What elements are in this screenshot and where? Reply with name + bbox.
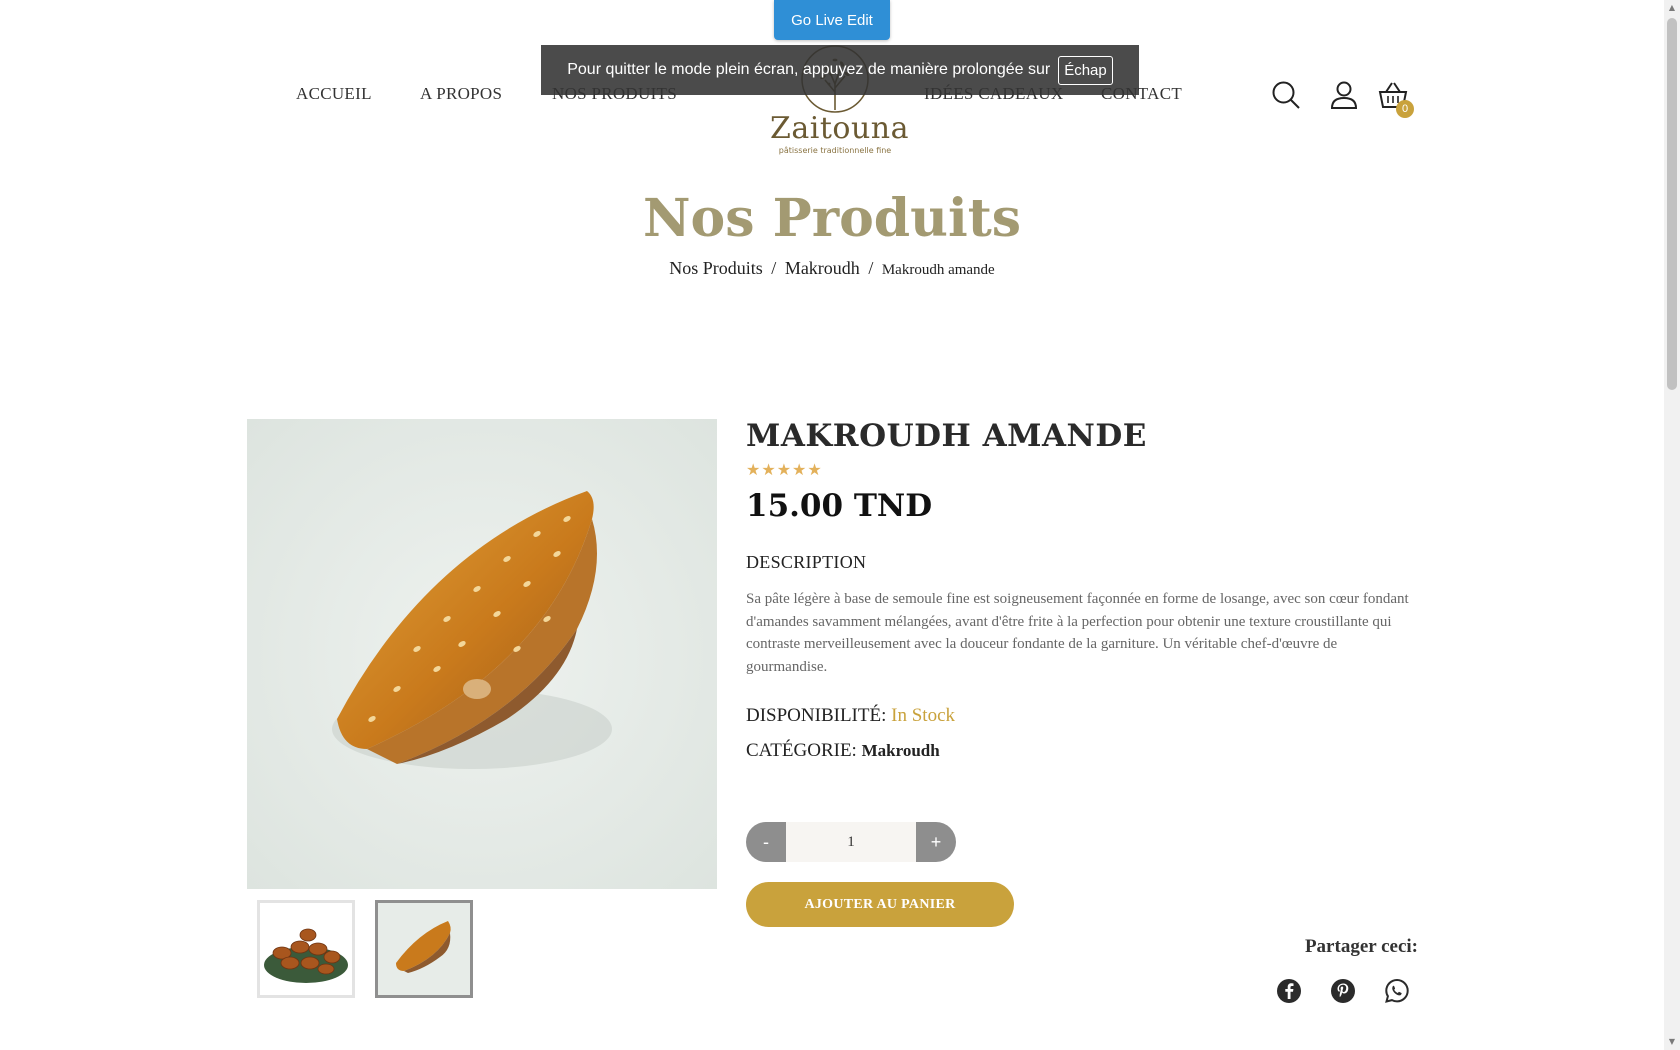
breadcrumb-separator: / [868, 258, 874, 278]
page-title: Nos Produits [643, 188, 1021, 249]
fullscreen-notice-text: Pour quitter le mode plein écran, appuye… [567, 61, 1051, 78]
quantity-input[interactable]: 1 [786, 822, 916, 862]
category-row: CATÉGORIE: Makroudh [746, 740, 940, 762]
quantity-decrease-button[interactable]: - [746, 822, 786, 862]
cart-count-badge: 0 [1396, 100, 1414, 118]
product-price: 15.00 TND [746, 488, 933, 524]
pinterest-icon[interactable] [1330, 978, 1356, 1004]
nav-accueil[interactable]: ACCUEIL [296, 84, 372, 104]
category-link[interactable]: Makroudh [862, 741, 940, 760]
breadcrumb-makroudh[interactable]: Makroudh [785, 258, 860, 278]
availability-row: DISPONIBILITÉ: In Stock [746, 705, 955, 727]
quantity-increase-button[interactable]: + [916, 822, 956, 862]
rating-stars: ★★★★★ [746, 462, 823, 479]
add-to-cart-button[interactable]: AJOUTER AU PANIER [746, 882, 1014, 927]
product-thumbnail-active[interactable] [375, 900, 473, 998]
escape-key-hint: Échap [1058, 55, 1113, 85]
breadcrumb-separator: / [771, 258, 777, 278]
description-heading: DESCRIPTION [746, 552, 867, 572]
breadcrumb-current: Makroudh amande [881, 262, 995, 278]
nav-a-propos[interactable]: A PROPOS [420, 84, 502, 104]
breadcrumb: Nos Produits / Makroudh / Makroudh amand… [0, 258, 1664, 279]
quantity-stepper: - 1 + [746, 822, 956, 862]
logo-tagline: pâtisserie traditionnelle fine [778, 146, 892, 155]
facebook-icon[interactable] [1276, 978, 1302, 1004]
scroll-up-arrow-icon[interactable]: ▲ [1667, 3, 1677, 13]
category-label: CATÉGORIE: [746, 740, 857, 761]
fullscreen-notice: Pour quitter le mode plein écran, appuye… [541, 45, 1139, 95]
user-icon[interactable] [1329, 80, 1359, 110]
availability-label: DISPONIBILITÉ: [746, 705, 887, 726]
search-icon[interactable] [1271, 80, 1301, 110]
availability-value: In Stock [891, 705, 955, 726]
breadcrumb-nos-produits[interactable]: Nos Produits [669, 258, 763, 278]
product-main-image[interactable] [247, 419, 717, 889]
share-label: Partager ceci: [1304, 936, 1418, 957]
logo-name: Zaitouna [770, 111, 909, 146]
product-name: MAKROUDH AMANDE [746, 418, 1147, 454]
whatsapp-icon[interactable] [1384, 978, 1410, 1004]
scrollbar-thumb[interactable] [1667, 18, 1677, 390]
go-live-edit-button[interactable]: Go Live Edit [774, 0, 890, 40]
scroll-down-arrow-icon[interactable]: ▼ [1667, 1037, 1677, 1047]
product-thumbnail[interactable] [257, 900, 355, 998]
product-description: Sa pâte légère à base de semoule fine es… [746, 591, 1409, 675]
